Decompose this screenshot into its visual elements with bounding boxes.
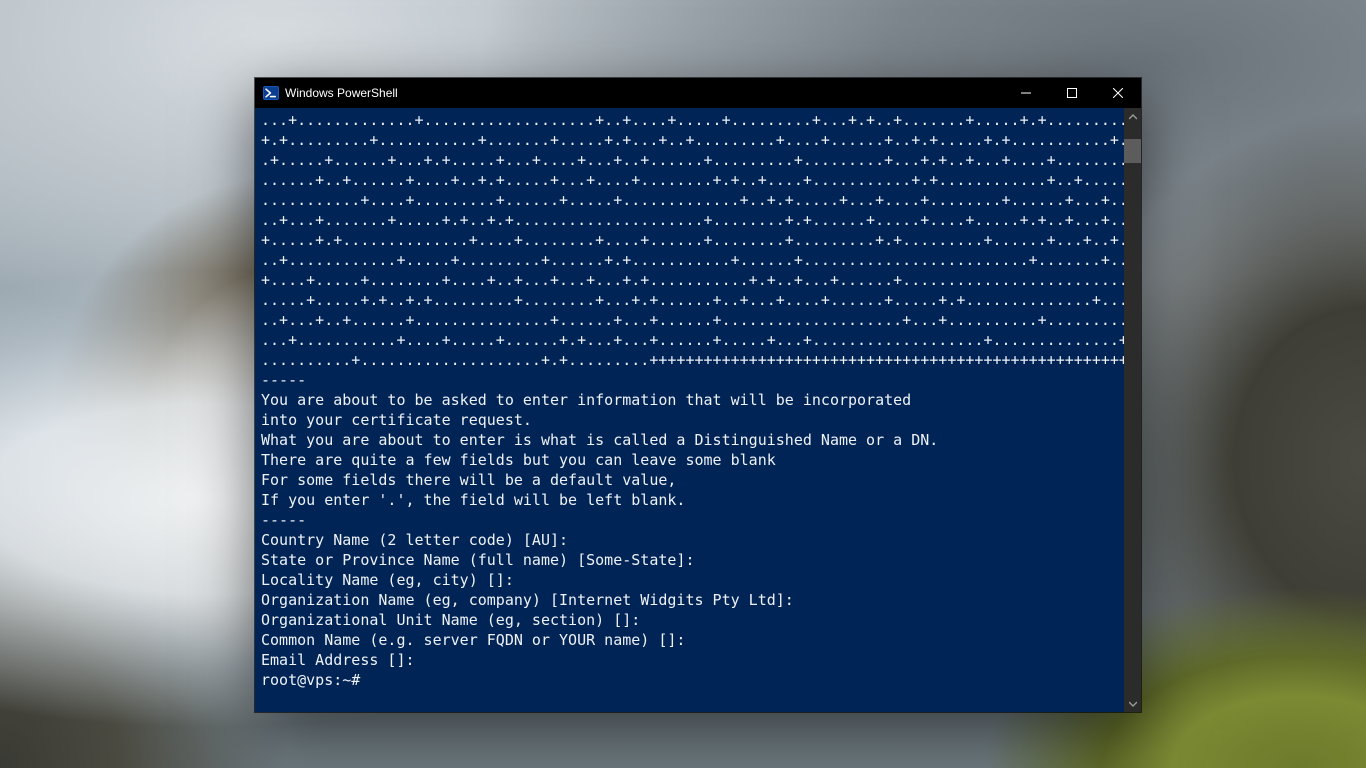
terminal-line: You are about to be asked to enter infor… [261, 390, 1124, 410]
terminal-line: ...........+....+.........+......+.....+… [261, 190, 1124, 210]
terminal-output[interactable]: ...+.............+...................+..… [255, 108, 1124, 712]
scroll-down-button[interactable] [1124, 695, 1141, 712]
terminal-line: For some fields there will be a default … [261, 470, 1124, 490]
terminal-line: If you enter '.', the field will be left… [261, 490, 1124, 510]
terminal-line: +....+.....+........+....+..+...+...+...… [261, 270, 1124, 290]
powershell-icon [263, 85, 279, 101]
close-button[interactable] [1095, 78, 1141, 108]
terminal-line: ----- [261, 510, 1124, 530]
terminal-line: ..........+....................+.+......… [261, 350, 1124, 370]
powershell-window: Windows PowerShell ...+.............+...… [255, 78, 1141, 712]
terminal-line: .....+.....+.+..+.+.........+........+..… [261, 290, 1124, 310]
terminal-line: There are quite a few fields but you can… [261, 450, 1124, 470]
terminal-line: ----- [261, 370, 1124, 390]
terminal-line: +.+.........+...........+.......+.....+.… [261, 130, 1124, 150]
chevron-down-icon [1129, 700, 1137, 708]
terminal-line: Organization Name (eg, company) [Interne… [261, 590, 1124, 610]
terminal-line: into your certificate request. [261, 410, 1124, 430]
titlebar[interactable]: Windows PowerShell [255, 78, 1141, 108]
maximize-icon [1067, 88, 1077, 98]
terminal-line: Country Name (2 letter code) [AU]: [261, 530, 1124, 550]
terminal-line: ..+............+.....+.........+......+.… [261, 250, 1124, 270]
terminal-line: Common Name (e.g. server FQDN or YOUR na… [261, 630, 1124, 650]
scrollbar-track[interactable] [1124, 125, 1141, 695]
terminal-line: .+.....+......+...+.+.....+...+....+...+… [261, 150, 1124, 170]
maximize-button[interactable] [1049, 78, 1095, 108]
terminal-line: ..+...+..+......+...............+......+… [261, 310, 1124, 330]
terminal-line: Locality Name (eg, city) []: [261, 570, 1124, 590]
close-icon [1113, 88, 1123, 98]
terminal-line: ...+...........+....+.....+......+.+...+… [261, 330, 1124, 350]
terminal-line: root@vps:~# [261, 670, 1124, 690]
terminal-line: ......+..+......+....+..+.+.....+...+...… [261, 170, 1124, 190]
terminal-line: Organizational Unit Name (eg, section) [… [261, 610, 1124, 630]
minimize-button[interactable] [1003, 78, 1049, 108]
minimize-icon [1021, 88, 1031, 98]
terminal-line: +.....+.+..............+....+........+..… [261, 230, 1124, 250]
scrollbar-thumb[interactable] [1124, 139, 1141, 163]
vertical-scrollbar[interactable] [1124, 108, 1141, 712]
window-title: Windows PowerShell [285, 86, 398, 100]
terminal-line: ...+.............+...................+..… [261, 110, 1124, 130]
terminal-line: State or Province Name (full name) [Some… [261, 550, 1124, 570]
window-client-area: ...+.............+...................+..… [255, 108, 1141, 712]
terminal-line: Email Address []: [261, 650, 1124, 670]
chevron-up-icon [1129, 113, 1137, 121]
terminal-line: ..+...+.......+.....+.+..+.+............… [261, 210, 1124, 230]
terminal-line: What you are about to enter is what is c… [261, 430, 1124, 450]
scroll-up-button[interactable] [1124, 108, 1141, 125]
